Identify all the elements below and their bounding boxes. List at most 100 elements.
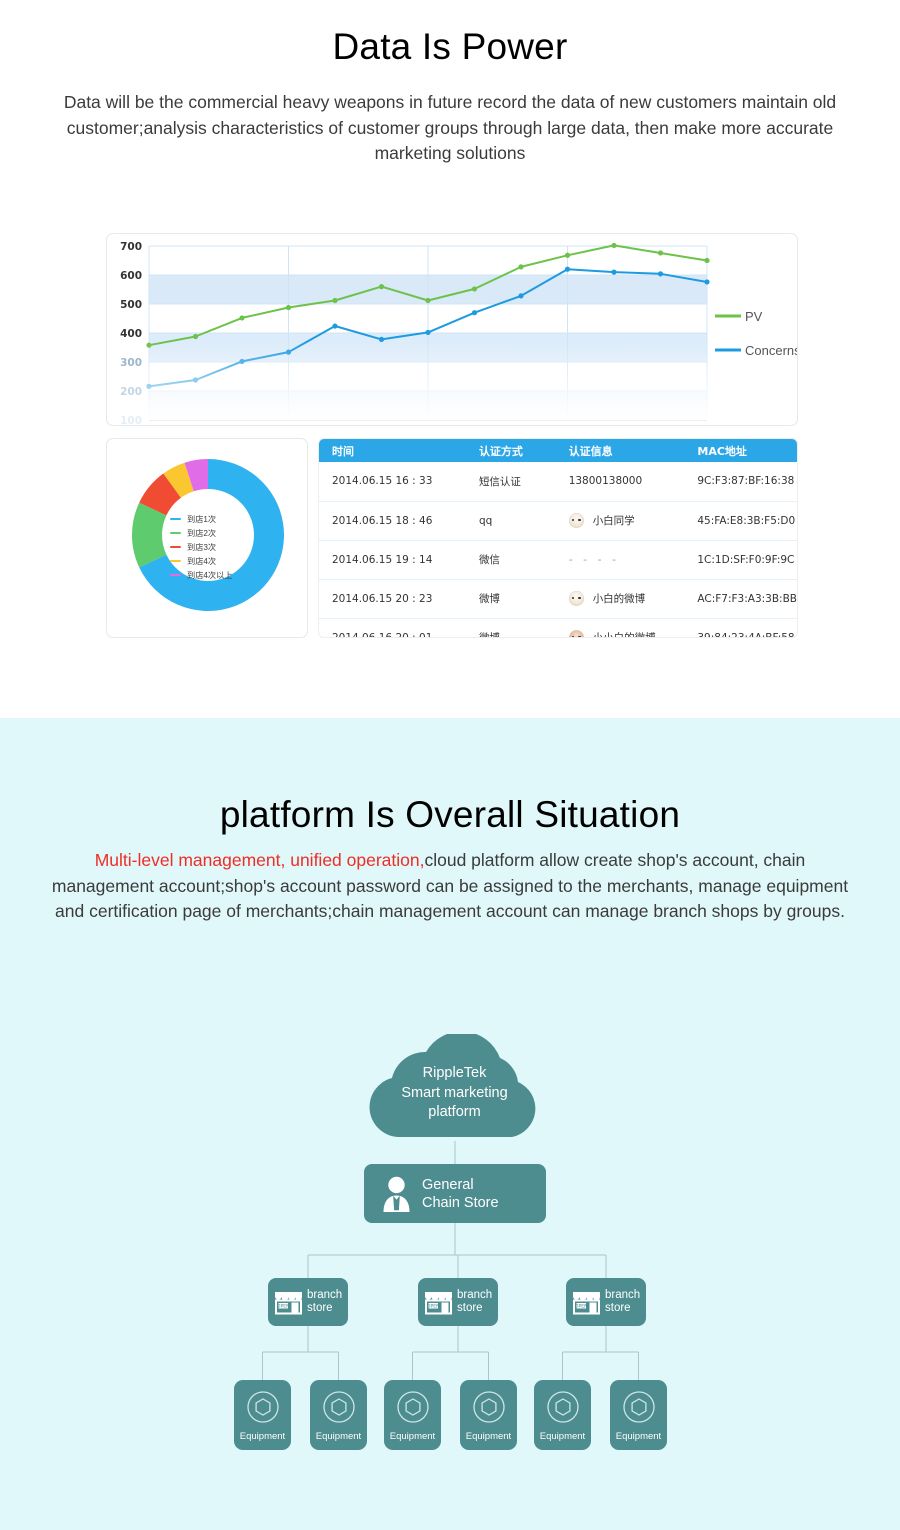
avatar [568,513,584,528]
column-header-mac: MAC地址 [684,439,797,462]
platform-subtitle-highlight: Multi-level management, unified operatio… [94,850,425,870]
equipment-node[interactable]: Equipment [534,1380,591,1450]
avatar [568,591,584,606]
legend-label: 到店2次 [187,529,217,538]
equipment-label: Equipment [315,1431,362,1442]
auth-info-text: 小白同学 [592,515,635,527]
equipment-icon [622,1391,655,1423]
legend-swatch [170,560,181,562]
cell-auth-info: 13800138000 [555,462,685,502]
cell-auth-mode: 微信 [465,540,556,580]
branch-label-line2: store [307,1302,333,1314]
branch-store-node[interactable]: OPEN branch store [268,1278,348,1326]
auth-table-card: 时间 认证方式 认证信息 MAC地址 2014.06.15 16 : 33 短信认… [318,438,798,638]
cell-auth-info: - - - - [555,540,685,580]
equipment-label: Equipment [539,1431,586,1442]
column-header-info: 认证信息 [555,439,685,462]
cloud-label-line2: Smart marketing [401,1084,508,1101]
table-row[interactable]: 2014.06.16 20 : 01 微博小小白的微博 39:84:23:4A:BF… [319,618,797,637]
svg-text:100: 100 [120,415,142,425]
general-chain-store-node[interactable]: General Chain Store [364,1164,546,1223]
auth-info-wrap: 小小白的微博 [568,630,685,637]
auth-info-text: 小白的微博 [592,593,646,605]
svg-text:PV: PV [745,309,763,324]
cell-time: 2014.06.16 20 : 01 [319,618,466,637]
auth-info-text: 13800138000 [568,475,643,488]
svg-text:700: 700 [120,241,142,253]
svg-text:OPEN: OPEN [575,1303,588,1309]
donut-legend-item: 到店3次 [170,540,233,554]
data-is-power-section: Data Is Power Data will be the commercia… [0,0,900,718]
cloud-label-line3: platform [428,1104,481,1120]
branch-label-line1: branch [457,1288,493,1301]
donut-legend-item: 到店4次 [170,554,233,568]
cell-mac-address: 39:84:23:4A:BF:58 [684,618,797,637]
cloud-node-label: RippleTek Smart marketing platform [352,1064,557,1123]
cloud-label-line1: RippleTek [422,1065,487,1081]
equipment-label: Equipment [615,1431,662,1442]
svg-text:Concerns: Concerns [745,343,797,358]
branch-store-node[interactable]: OPEN branch store [566,1278,646,1326]
legend-label: 到店3次 [187,543,217,552]
svg-text:OPEN: OPEN [277,1303,290,1309]
svg-text:300: 300 [120,357,142,369]
equipment-icon [472,1391,505,1423]
auth-info-wrap: 小白同学 [568,513,685,528]
equipment-node[interactable]: Equipment [234,1380,291,1450]
column-header-time: 时间 [319,439,466,462]
legend-swatch [170,532,181,534]
auth-info-wrap: 小白的微博 [568,591,685,606]
auth-info-wrap: 13800138000 [569,475,685,487]
legend-swatch [170,546,181,548]
table-row[interactable]: 2014.06.15 18 : 46 qq 小白同学 45:FA:E8:3B:F5:D… [319,501,797,541]
cell-auth-mode: 短信认证 [465,462,556,502]
shop-icon: OPEN [275,1291,302,1314]
equipment-node[interactable]: Equipment [310,1380,367,1450]
shop-icon: OPEN [425,1291,452,1314]
equipment-label: Equipment [239,1431,286,1442]
donut-chart-card: 到店1次到店2次到店3次到店4次到店4次以上 [106,438,308,638]
table-header-row: 时间 认证方式 认证信息 MAC地址 [319,439,797,462]
table-row[interactable]: 2014.06.15 19 : 14 微信 - - - - 1C:1D:SF:F0:9… [319,540,797,580]
branch-label-line2: store [457,1302,483,1314]
svg-text:200: 200 [120,386,142,398]
equipment-icon [546,1391,579,1423]
column-header-mode: 认证方式 [465,439,556,462]
branch-store-node[interactable]: OPEN branch store [418,1278,498,1326]
equipment-icon [322,1391,355,1423]
equipment-icon [246,1391,279,1423]
legend-label: 到店1次 [187,515,217,524]
branch-store-label: branch store [307,1289,342,1316]
svg-text:600: 600 [120,270,142,282]
equipment-node[interactable]: Equipment [384,1380,441,1450]
cloud-node[interactable]: RippleTek Smart marketing platform [352,1034,557,1141]
cell-auth-info: 小小白的微博 [555,618,685,637]
legend-label: 到店4次 [187,557,217,566]
svg-text:500: 500 [120,299,142,311]
cell-time: 2014.06.15 16 : 33 [319,462,466,502]
cell-auth-mode: 微博 [465,618,556,637]
table-row[interactable]: 2014.06.15 20 : 23 微博 小白的微博 AC:F7:F3:A3:3B:… [319,579,797,619]
cell-mac-address: 1C:1D:SF:F0:9F:9C [684,540,797,580]
cell-mac-address: 9C:F3:87:BF:16:38 [684,462,797,502]
equipment-node[interactable]: Equipment [460,1380,517,1450]
donut-legend: 到店1次到店2次到店3次到店4次到店4次以上 [170,512,233,582]
cell-time: 2014.06.15 18 : 46 [319,501,466,541]
cell-time: 2014.06.15 19 : 14 [319,540,466,580]
donut-legend-item: 到店1次 [170,512,233,526]
platform-title: platform Is Overall Situation [219,794,681,835]
svg-text:400: 400 [120,328,142,340]
branch-label-line1: branch [307,1288,343,1301]
line-chart: 700 600 500 400 300 200 100 PV Concerns [107,241,797,425]
cell-mac-address: 45:FA:E8:3B:F5:D0 [684,501,797,541]
table-row[interactable]: 2014.06.15 16 : 33 短信认证 13800138000 9C:F3:8… [319,462,797,502]
branch-store-label: branch store [605,1289,640,1316]
platform-subtitle: Multi-level management, unified operatio… [45,848,855,925]
branch-label-line1: branch [605,1288,641,1301]
branch-store-label: branch store [457,1289,492,1316]
shop-icon: OPEN [573,1291,600,1314]
equipment-node[interactable]: Equipment [610,1380,667,1450]
donut-legend-item: 到店4次以上 [170,568,233,582]
equipment-icon [396,1391,429,1423]
cell-time: 2014.06.15 20 : 23 [319,579,466,619]
